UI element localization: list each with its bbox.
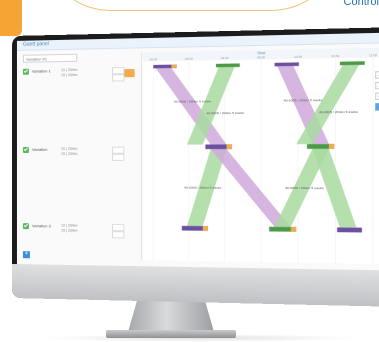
station-bar[interactable] [215, 63, 240, 68]
variation-value: 10 | 20/km [61, 223, 78, 228]
timeline-tick-label: 10:00 [294, 55, 303, 59]
variation-label: Variation 1 [31, 68, 51, 74]
timeline-tick-label: 08:00 [149, 58, 157, 62]
checkbox[interactable] [22, 68, 29, 75]
station-row-top [153, 61, 365, 69]
station-bar[interactable] [274, 62, 299, 67]
station-bar[interactable] [337, 227, 362, 233]
app-title: Gantt panel [22, 41, 49, 48]
station-row-bottom [181, 225, 362, 233]
add-variation-button[interactable]: + [22, 251, 30, 259]
app-screen: Gantt panel Variation #1 Variation 1 10 … [16, 32, 379, 271]
zoom-in-button[interactable]: + [375, 71, 379, 79]
gantt-svg: Time 08:00 08:30 09:00 09:30 10:00 10:30 11:00 [142, 47, 379, 264]
station-marker [202, 226, 209, 231]
variation-value: 15 | 20/km [61, 72, 78, 78]
variations-panel: Variation #1 Variation 1 10 | 20/km 15 |… [22, 52, 142, 261]
edit-button[interactable] [124, 68, 135, 78]
timeline-tick-label: 11:00 [369, 53, 378, 57]
gantt-chart: Time 08:00 08:30 09:00 09:30 10:00 10:30 11:00 [142, 47, 379, 264]
station-marker [171, 64, 177, 69]
checkbox[interactable] [22, 146, 29, 153]
zoom-out-button[interactable]: - [375, 81, 379, 90]
checkbox[interactable] [22, 223, 29, 230]
variation-label: Variation [31, 146, 48, 152]
value-input[interactable] [111, 146, 125, 154]
add-button[interactable]: + [375, 92, 379, 100]
variation-label: Variation 3 [31, 223, 51, 229]
station-row-middle [205, 143, 335, 150]
variation-dropdown[interactable]: Variation #1 [22, 53, 78, 63]
corner-accent-tab [0, 0, 22, 36]
timeline-tick-label: 09:30 [257, 56, 266, 60]
station-marker [328, 143, 335, 149]
band-label: 40-0005 / 20/km 5 tracks [284, 98, 323, 102]
variation-value: 15 | 20/km [61, 151, 78, 156]
band-label: 40-0005 / 20/km 5 tracks [174, 99, 212, 103]
corner-heading: Control [343, 0, 379, 8]
value-input[interactable] [111, 231, 125, 239]
band-label: 40-0005 / 20/km 5 tracks [184, 186, 222, 190]
station-marker [226, 144, 232, 150]
variation-row: Variation 1 10 | 20/km 15 | 20/km [22, 65, 141, 89]
monitor-chin [12, 264, 379, 307]
timeline-tick-label: 08:30 [185, 57, 193, 61]
variation-value: 10 | 20/km [61, 146, 78, 151]
variation-row: Variation 10 | 20/km 15 | 20/km [22, 145, 141, 167]
decorative-curve [40, 0, 342, 11]
purple-band[interactable] [210, 148, 291, 227]
station-bar[interactable] [339, 61, 365, 66]
value-input[interactable] [111, 74, 125, 82]
variation-value: 15 | 20/km [61, 228, 78, 233]
station-marker [290, 226, 297, 232]
variation-value: 10 | 20/km [61, 67, 78, 73]
monitor: Gantt panel Variation #1 Variation 1 10 … [12, 27, 379, 307]
menu-button[interactable]: ≡ [375, 103, 379, 111]
monitor-base [106, 330, 236, 338]
band-label: 40-0005 / 20/km 5 tracks [285, 186, 324, 190]
variation-row: Variation 3 10 | 20/km 15 | 20/km [22, 221, 141, 245]
band-label: 40-0005 / 20/km 5 tracks [319, 110, 359, 114]
value-input[interactable] [111, 153, 125, 161]
timeline-tick-label: 09:00 [221, 56, 229, 60]
zoom-toolbar: + - + ≡ [375, 71, 379, 114]
timeline-tick-label: 10:30 [331, 54, 340, 58]
band-label: 40-0005 / 20/km 5 tracks [206, 111, 244, 115]
